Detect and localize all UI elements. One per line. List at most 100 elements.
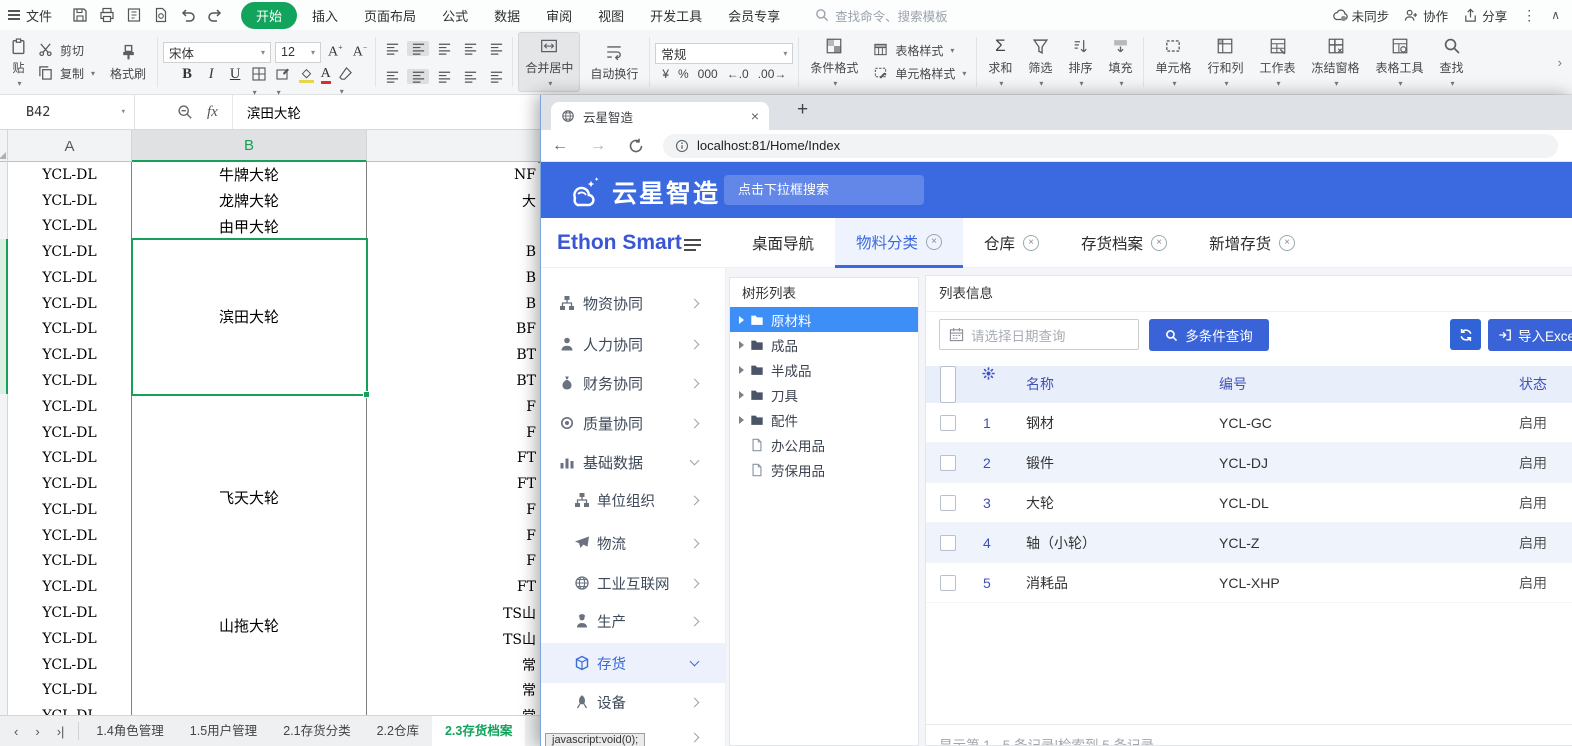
align-top-icon[interactable]	[381, 41, 403, 56]
cell-a-row11[interactable]: YCL-DL	[8, 420, 132, 447]
sheet-nav-next-icon[interactable]: ›	[35, 724, 39, 739]
sheet-tab-2[interactable]: 1.5用户管理	[177, 716, 270, 746]
command-search[interactable]: 查找命令、搜索模板	[815, 6, 948, 25]
cell-name-box[interactable]: B42 ▾	[0, 95, 135, 129]
cell-a-row2[interactable]: YCL-DL	[8, 188, 132, 215]
gear-icon[interactable]	[981, 366, 996, 403]
cell-a-row21[interactable]: YCL-DL	[8, 677, 132, 704]
cell-a-row9[interactable]: YCL-DL	[8, 368, 132, 395]
menu-tab-2[interactable]: 插入	[301, 2, 349, 29]
app-search-dropdown[interactable]: 点击下拉框搜索	[724, 175, 924, 205]
copy-button[interactable]: 复制	[33, 63, 100, 84]
align-center-icon[interactable]	[407, 69, 429, 84]
sidebar-item-物流[interactable]: 物流	[541, 523, 726, 563]
cell-a-row15[interactable]: YCL-DL	[8, 523, 132, 550]
cell-a-row16[interactable]: YCL-DL	[8, 549, 132, 576]
sidebar-item-财务协同[interactable]: 财务协同	[541, 363, 726, 403]
row-checkbox[interactable]	[940, 455, 956, 471]
cell-b-merge5[interactable]: 飞天大轮	[132, 394, 367, 601]
wrap-text-button[interactable]: 自动换行	[584, 39, 644, 85]
sidebar-item-工业互联网[interactable]: 工业互联网	[541, 563, 726, 603]
sidebar-item-存货[interactable]: 存货	[541, 643, 726, 683]
save-icon[interactable]	[72, 7, 88, 23]
collapse-ribbon-icon[interactable]: ∧	[1551, 8, 1560, 22]
sidebar-toggle-icon[interactable]	[684, 239, 701, 241]
sheet-tab-1[interactable]: 1.4角色管理	[83, 716, 176, 746]
format-painter-button[interactable]: 格式刷	[104, 39, 152, 85]
row-checkbox[interactable]	[940, 575, 956, 591]
align-middle-icon[interactable]	[407, 41, 429, 56]
forward-button[interactable]: →	[579, 137, 617, 155]
cell-a-row20[interactable]: YCL-DL	[8, 652, 132, 679]
cell-c-row12[interactable]: FT	[367, 445, 538, 472]
tree-item-原材料[interactable]: 原材料	[730, 307, 918, 332]
cell-a-row13[interactable]: YCL-DL	[8, 471, 132, 498]
cell-c-row10[interactable]: F	[367, 394, 538, 421]
col-header-status[interactable]: 状态	[1519, 366, 1547, 403]
tree-item-劳保用品[interactable]: 劳保用品	[730, 457, 918, 482]
cell-b-merge2[interactable]: 龙牌大轮	[132, 188, 367, 215]
menu-tab-1[interactable]: 开始	[241, 2, 297, 29]
cell-c-row21[interactable]: 常	[367, 677, 538, 704]
sidebar-item-单位组织[interactable]: 单位组织	[541, 480, 726, 520]
column-header-b[interactable]: B	[132, 130, 367, 162]
row-checkbox[interactable]	[940, 495, 956, 511]
cell-b-merge6[interactable]: 山拖大轮	[132, 600, 367, 653]
file-menu[interactable]: 文件	[0, 6, 62, 25]
selected-cell-b42[interactable]: 滨田大轮	[132, 239, 367, 395]
cell-b-merge3[interactable]: 由甲大轮	[132, 214, 367, 241]
increase-font-button[interactable]: A+	[325, 43, 346, 61]
number-format-button-1[interactable]: ¥	[662, 67, 669, 81]
date-query-input[interactable]: 请选择日期查询	[939, 319, 1139, 350]
cell-c-row11[interactable]: F	[367, 420, 538, 447]
selection-handle[interactable]	[363, 391, 370, 398]
font-name-select[interactable]: 宋体▾	[163, 42, 271, 63]
cell-b-merge7[interactable]	[132, 652, 367, 715]
cell-a-row3[interactable]: YCL-DL	[8, 214, 132, 241]
worksheet-button[interactable]: 工作表	[1254, 33, 1302, 91]
cell-a-row4[interactable]: YCL-DL	[8, 239, 132, 266]
menu-tab-7[interactable]: 视图	[587, 2, 635, 29]
col-header-code[interactable]: 编号	[1219, 366, 1247, 403]
workspace-tab-4[interactable]: 存货档案×	[1060, 218, 1188, 268]
close-workspace-tab-icon[interactable]: ×	[1279, 235, 1295, 251]
merge-center-button[interactable]: 合并居中	[518, 32, 580, 92]
select-all-checkbox[interactable]	[940, 366, 956, 403]
cell-b-merge1[interactable]: 牛牌大轮	[132, 162, 367, 189]
number-format-button-5[interactable]: .00→	[758, 67, 787, 81]
cell-c-row16[interactable]: F	[367, 549, 538, 576]
cell-c-row3[interactable]	[367, 214, 538, 241]
cells-button[interactable]: 单元格	[1149, 33, 1197, 91]
indent-decrease-icon[interactable]	[459, 41, 481, 56]
cell-a-row14[interactable]: YCL-DL	[8, 497, 132, 524]
sort-button[interactable]: 排序	[1062, 33, 1098, 91]
conditional-format-button[interactable]: 条件格式	[804, 33, 864, 91]
cell-c-row17[interactable]: FT	[367, 574, 538, 601]
row-checkbox[interactable]	[940, 415, 956, 431]
address-bar[interactable]: localhost:81/Home/Index	[663, 134, 1558, 158]
row-checkbox[interactable]	[940, 535, 956, 551]
underline-button[interactable]: U	[227, 66, 244, 83]
sidebar-item-设备[interactable]: 设备	[541, 682, 726, 722]
cell-a-row17[interactable]: YCL-DL	[8, 574, 132, 601]
close-workspace-tab-icon[interactable]: ×	[926, 234, 942, 250]
tree-item-成品[interactable]: 成品	[730, 332, 918, 357]
cell-c-row14[interactable]: F	[367, 497, 538, 524]
cell-a-row5[interactable]: YCL-DL	[8, 265, 132, 292]
tree-expand-icon[interactable]	[739, 341, 744, 349]
tree-item-刀具[interactable]: 刀具	[730, 382, 918, 407]
cell-a-row22[interactable]: YCL-DL	[8, 703, 132, 715]
sheet-tab-5[interactable]: 2.3存货档案	[432, 716, 525, 746]
back-button[interactable]: ←	[541, 137, 579, 155]
row-header-strip[interactable]	[0, 162, 8, 715]
preview-icon[interactable]	[153, 7, 169, 23]
align-left-icon[interactable]	[381, 69, 403, 84]
ribbon-overflow-icon[interactable]: ›	[1556, 55, 1568, 70]
sidebar-item-质量协同[interactable]: 质量协同	[541, 403, 726, 443]
tree-item-半成品[interactable]: 半成品	[730, 357, 918, 382]
italic-button[interactable]: I	[203, 66, 220, 83]
share-button[interactable]: 分享	[1463, 6, 1507, 25]
redo-icon[interactable]	[207, 7, 223, 23]
menu-tab-8[interactable]: 开发工具	[639, 2, 713, 29]
close-tab-icon[interactable]: ×	[751, 108, 759, 124]
